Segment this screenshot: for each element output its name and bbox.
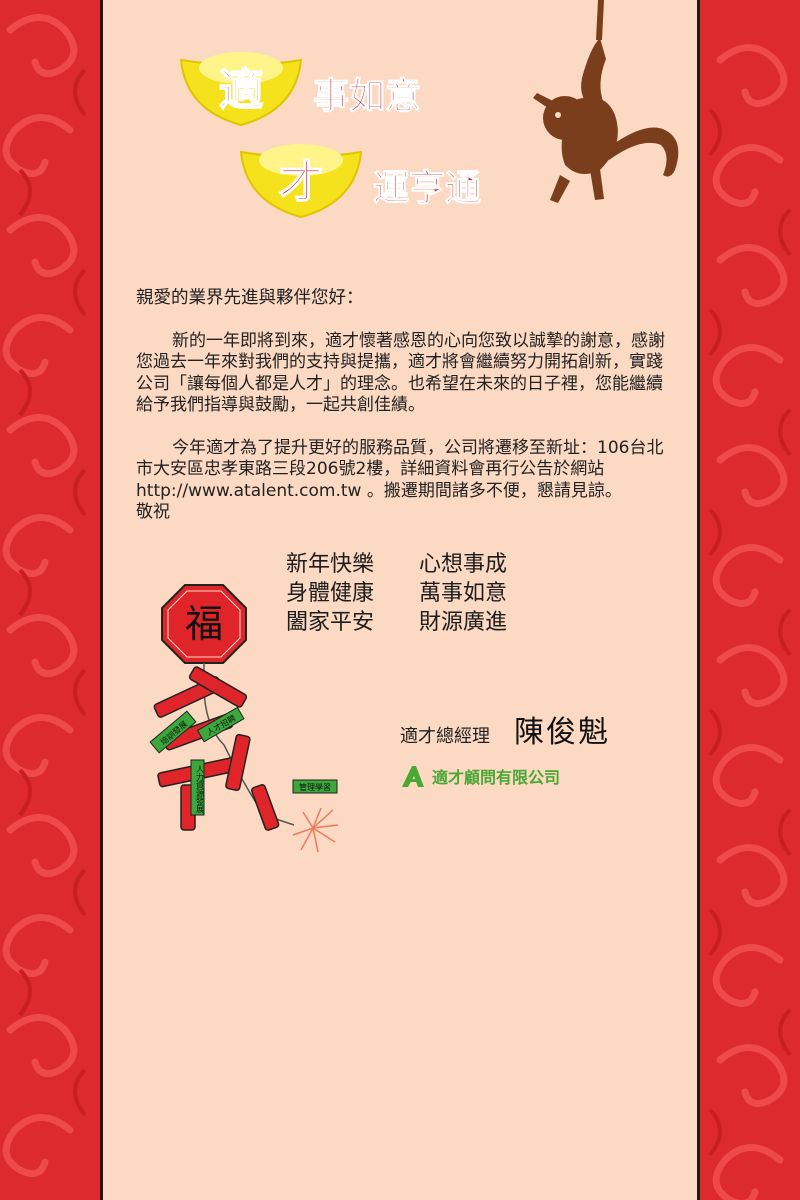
wish-item: 萬事如意 [419, 581, 508, 606]
firecracker-tubes [153, 666, 280, 831]
greeting-line: 親愛的業界先進與夥伴您好： [136, 288, 364, 308]
closing-line: 敬祝 [136, 502, 170, 522]
company-logo-icon [402, 766, 424, 787]
fu-character: 福 [185, 602, 223, 646]
signature-block: 適才總經理 陳俊魁 [400, 707, 610, 751]
ingot-badge-1: 適 [219, 65, 263, 116]
company-name: 適才顧問有限公司 [432, 768, 561, 787]
slogan-line-2: 運亨通 [373, 167, 481, 209]
slogan-line-1: 事如意 [313, 75, 421, 117]
ingot-badge-2: 才 [279, 157, 323, 208]
firecracker-illustration: 福 培訓發展 人才招聘 人力資源發展 管理學習 [149, 584, 339, 853]
left-pattern-border [0, 0, 100, 1200]
monkey-icon [533, 0, 679, 203]
signature-name: 陳俊魁 [514, 715, 610, 750]
wish-row: 新年快樂 心想事成 [286, 550, 552, 579]
letter-body: 親愛的業界先進與夥伴您好： 新的一年即將到來，適才懷著感恩的心向您致以誠摯的謝意… [136, 288, 671, 524]
spark-icon [292, 807, 339, 853]
wish-item: 新年快樂 [286, 552, 375, 577]
signature-title: 適才總經理 [400, 726, 490, 747]
wish-item: 心想事成 [419, 552, 508, 577]
wish-item: 財源廣進 [419, 610, 508, 635]
right-pattern-border [700, 0, 800, 1200]
header-slogan: 適 事如意 才 運亨通 [179, 52, 482, 219]
firecracker-label: 管理學習 [299, 782, 331, 792]
paragraph-relocation: 今年適才為了提升更好的服務品質，公司將遷移至新址：106台北市大安區忠孝東路三段… [136, 437, 664, 501]
greeting-card: 適 事如意 才 運亨通 親愛的業界先進與夥伴您好： 新的一年即將到來，適才懷著感… [100, 0, 700, 1200]
company-block: 適才顧問有限公司 [400, 764, 560, 788]
firecracker-label: 人力資源發展 [196, 765, 205, 814]
paragraph-thanks: 新的一年即將到來，適才懷著感恩的心向您致以誠摯的謝意，感謝您過去一年來對我們的支… [136, 330, 665, 416]
